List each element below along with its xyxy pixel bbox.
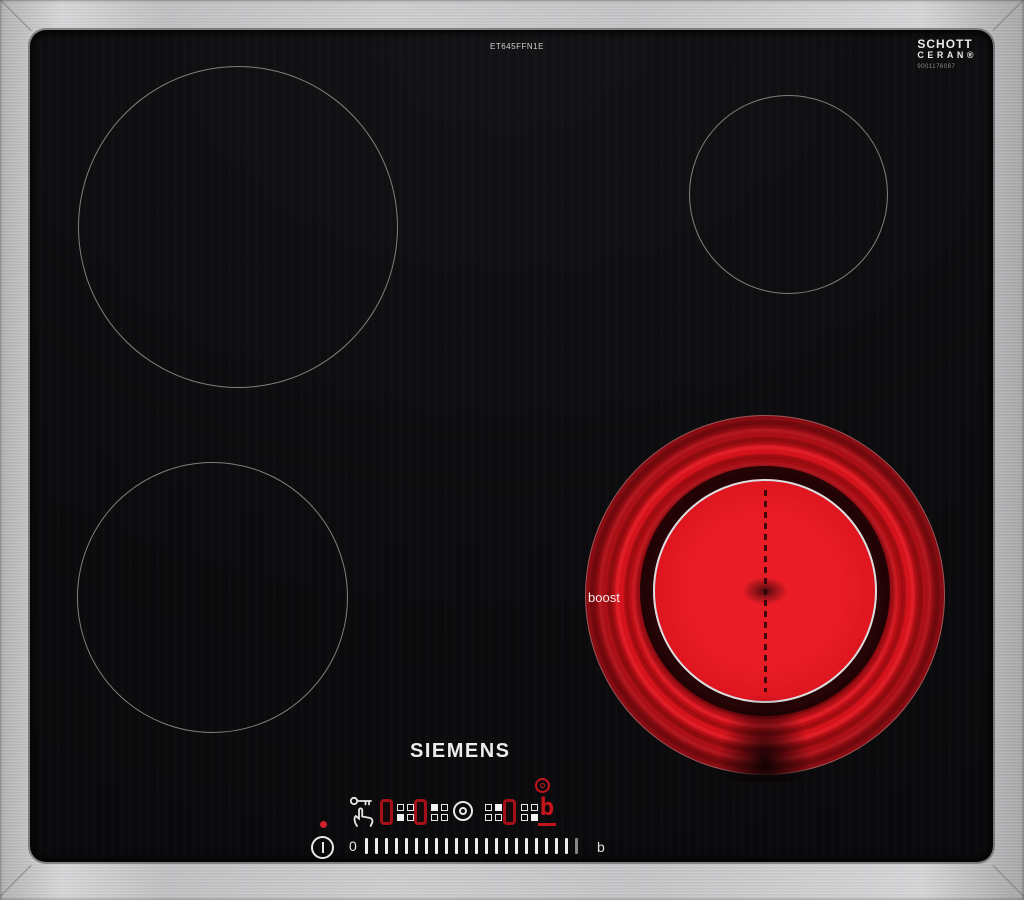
zone-square [441,804,448,811]
power-icon [322,842,324,853]
zone-square [521,804,528,811]
zone-front-left [77,462,348,733]
slider-tick[interactable] [515,838,518,854]
slider-tick[interactable] [545,838,548,854]
zone-select-front-right[interactable] [521,804,538,821]
power-slider-zero-label[interactable]: 0 [349,838,357,854]
slider-tick[interactable] [425,838,428,854]
zone-square [531,814,538,821]
slider-tick[interactable] [485,838,488,854]
zone-rear-right [689,95,888,294]
slider-tick[interactable] [385,838,388,854]
slider-tick[interactable] [395,838,398,854]
zone-square [485,814,492,821]
slider-tick[interactable] [475,838,478,854]
slider-tick[interactable] [525,838,528,854]
display-rear-right [503,799,516,825]
frame-chamfer [992,865,1024,898]
zone-front-right-glowing: boost [585,415,945,775]
slider-tick[interactable] [535,838,538,854]
zone-square [521,814,528,821]
dual-zone-active-indicator [535,778,550,793]
display-front-left [380,799,393,825]
frame-chamfer [0,0,32,31]
power-button[interactable] [311,836,334,859]
slider-tick[interactable] [445,838,448,854]
schott-logo-line1: SCHOTT [917,38,977,51]
frame-chamfer [0,865,32,898]
slider-tick[interactable] [505,838,508,854]
slider-tick[interactable] [415,838,418,854]
residual-heat-led [320,821,327,828]
zone-square [431,814,438,821]
power-slider-boost-label[interactable]: b [597,839,605,855]
slider-tick[interactable] [405,838,408,854]
zone-rear-left [78,66,398,388]
cooktop-frame: ET645FFN1E SCHOTT CERAN® 9001176067 boos… [0,0,1024,900]
siemens-logo: SIEMENS [410,740,511,763]
zone-square [531,804,538,811]
zone-square [495,804,502,811]
power-slider-ticks[interactable] [365,837,578,854]
zone-select-front-left[interactable] [397,804,414,821]
slider-tick[interactable] [465,838,468,854]
slider-tick[interactable] [365,838,368,854]
slider-tick[interactable] [555,838,558,854]
display-rear-left [414,799,427,825]
glass-surface: ET645FFN1E SCHOTT CERAN® 9001176067 boos… [30,30,993,862]
zone-square [495,814,502,821]
zone-square [407,804,414,811]
zone-square [441,814,448,821]
display-front-right-boost: b [538,794,556,826]
zone-select-rear-left[interactable] [431,804,448,821]
dual-zone-inner-ring [459,807,467,815]
slider-tick[interactable] [455,838,458,854]
glass-serial-number: 9001176067 [917,64,977,70]
childlock-key-hand-icon[interactable] [349,795,378,828]
dual-zone-active-inner [540,783,545,788]
zone-square [397,814,404,821]
schott-logo-line2: CERAN® [917,51,977,60]
slider-tick[interactable] [495,838,498,854]
schott-ceran-logo: SCHOTT CERAN® 9001176067 [917,38,977,70]
boost-label: boost [588,590,620,605]
slider-tick[interactable] [565,838,568,854]
slider-tick[interactable] [375,838,378,854]
slider-tick[interactable] [575,838,578,854]
zone-square [407,814,414,821]
radiant-element-connector [715,687,815,782]
slider-tick[interactable] [435,838,438,854]
zone-square [485,804,492,811]
zone-select-rear-right[interactable] [485,804,502,821]
model-number: ET645FFN1E [490,42,544,51]
radiant-element-inner-circle [653,479,877,703]
zone-square [397,804,404,811]
zone-square [431,804,438,811]
frame-chamfer [992,0,1024,31]
dual-zone-icon[interactable] [453,801,473,821]
